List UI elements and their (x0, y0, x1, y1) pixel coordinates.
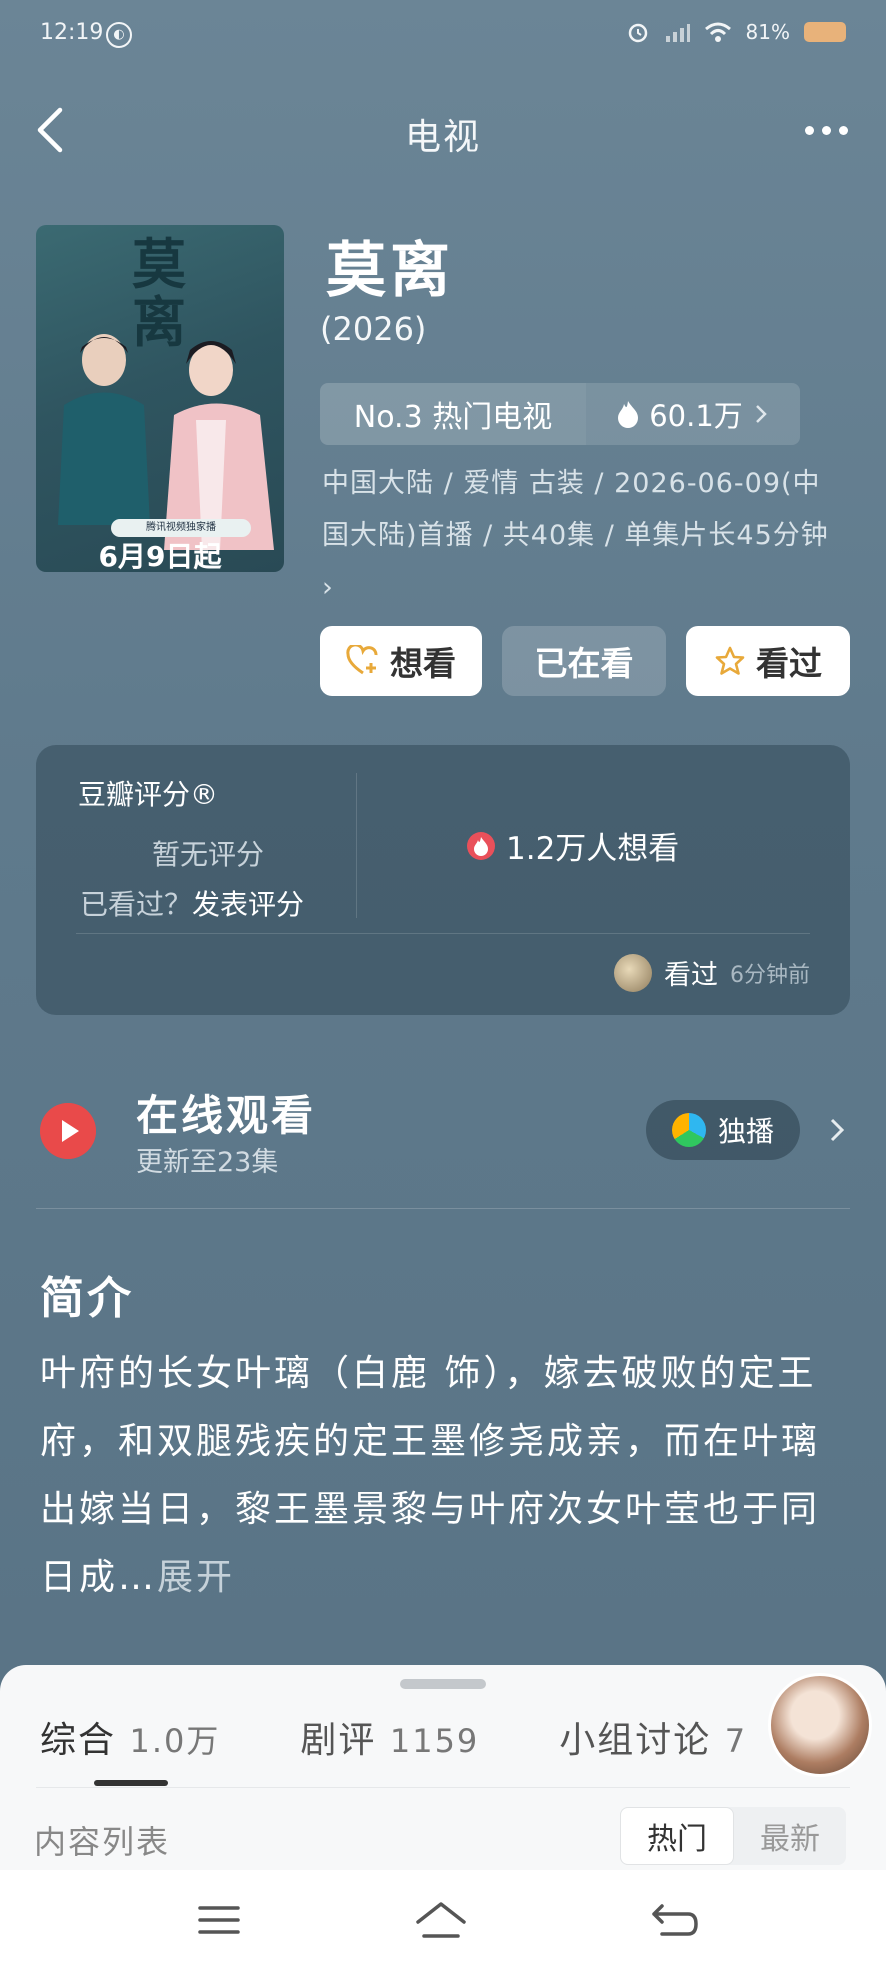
tab-group-count: 7 (724, 1722, 748, 1760)
menu-icon[interactable] (192, 1898, 246, 1942)
section-divider (36, 1208, 850, 1209)
system-nav-bar (0, 1870, 886, 1970)
sheet-divider (36, 1787, 850, 1788)
play-icon[interactable] (40, 1103, 96, 1159)
rating-card: 豆瓣评分® 暂无评分 已看过？发表评分 1.2万人想看 看过 6分钟前 (36, 745, 850, 1015)
signal-icon (665, 24, 690, 42)
floating-avatar[interactable] (768, 1673, 872, 1777)
notification-app-icon: ◐ (106, 22, 132, 48)
friend-time: 6分钟前 (730, 962, 810, 988)
ranking-bar[interactable]: No.3 热门电视 60.1万 (320, 383, 800, 445)
poster-image[interactable]: 莫离 腾讯视频独家播 6月9日起 (36, 225, 284, 572)
synopsis-heading: 简介 (40, 1273, 134, 1324)
more-options-icon[interactable] (796, 112, 856, 148)
wifi-icon (704, 22, 731, 42)
star-icon (715, 646, 745, 675)
alarm-icon (628, 23, 647, 43)
fire-badge-icon (467, 831, 495, 860)
battery-percent: 81% (745, 20, 790, 44)
exclusive-label: 独播 (717, 1115, 774, 1148)
synopsis-text: 叶府的长女叶璃（白鹿 饰），嫁去破败的定王府，和双腿残疾的定王墨修尧成亲，而在叶… (40, 1340, 846, 1612)
no-rating-text: 暂无评分 (152, 838, 265, 871)
want-count-text: 1.2万人想看 (506, 831, 680, 867)
want-to-watch-label: 想看 (390, 644, 456, 683)
seen-prompt-text: 已看过？ (80, 888, 193, 921)
tab-reviews-count: 1159 (389, 1722, 480, 1760)
chevron-right-icon[interactable] (826, 1112, 850, 1148)
content-tabs: 综合 1.0万 剧评 1159 小组讨论 7 (40, 1711, 747, 1763)
show-title: 莫离 (326, 236, 454, 306)
watched-label: 看过 (756, 644, 822, 683)
friend-avatar (614, 953, 652, 992)
expand-link[interactable]: 展开 (157, 1557, 235, 1598)
sort-hot-button[interactable]: 热门 (620, 1807, 734, 1865)
post-rating-link[interactable]: 发表评分 (192, 888, 304, 921)
home-icon[interactable] (414, 1898, 468, 1942)
chevron-right-icon (755, 405, 767, 423)
tab-overview[interactable]: 综合 1.0万 (40, 1711, 220, 1763)
poster-figure-woman (164, 341, 274, 550)
content-list-title: 内容列表 (34, 1823, 171, 1861)
watched-button[interactable]: 看过 (686, 626, 850, 696)
active-tab-indicator (94, 1780, 168, 1786)
episode-update: 更新至23集 (136, 1147, 279, 1178)
tab-reviews-label: 剧评 (300, 1720, 377, 1761)
heart-plus-icon (346, 645, 378, 675)
heat-link[interactable]: 60.1万 (586, 383, 800, 445)
page-title: 电视 (404, 117, 481, 158)
online-watch-title[interactable]: 在线观看 (136, 1082, 316, 1143)
douban-rating-label: 豆瓣评分® (78, 778, 219, 811)
status-bar: 12:19 ◐ 81% (0, 0, 886, 70)
want-to-watch-button[interactable]: 想看 (320, 626, 482, 696)
tab-overview-count: 1.0万 (129, 1722, 221, 1760)
friend-action: 看过 (664, 960, 718, 991)
tab-group-discussion[interactable]: 小组讨论 7 (559, 1711, 747, 1763)
status-indicators: 81% (626, 20, 846, 44)
heat-value: 60.1万 (649, 399, 743, 433)
poster-figure-man (58, 334, 150, 525)
tab-reviews[interactable]: 剧评 1159 (300, 1711, 479, 1763)
tab-group-label: 小组讨论 (559, 1720, 712, 1761)
rank-label[interactable]: No.3 热门电视 (320, 383, 586, 445)
sheet-drag-handle[interactable] (400, 1679, 486, 1689)
return-icon[interactable] (648, 1898, 702, 1942)
watching-label: 已在看 (534, 644, 634, 683)
show-year: (2026) (320, 310, 427, 348)
status-time: 12:19 (40, 20, 104, 45)
tab-overview-label: 综合 (40, 1720, 117, 1761)
platform-button[interactable]: 独播 (646, 1100, 800, 1160)
watching-button[interactable]: 已在看 (502, 626, 666, 696)
poster-date: 6月9日起 (98, 540, 222, 572)
rating-divider-horizontal (76, 933, 810, 934)
sort-toggle: 热门 最新 (620, 1807, 846, 1865)
friend-activity[interactable]: 看过 6分钟前 (614, 953, 810, 992)
sort-new-button[interactable]: 最新 (734, 1807, 846, 1865)
tencent-video-icon (671, 1113, 706, 1147)
want-count: 1.2万人想看 (466, 823, 679, 868)
flame-icon (618, 401, 639, 428)
battery-icon (804, 22, 846, 42)
show-metadata[interactable]: 中国大陆 / 爱情 古装 / 2026-06-09(中国大陆)首播 / 共40集… (322, 458, 832, 614)
rating-divider (356, 773, 357, 918)
seen-prompt: 已看过？发表评分 (80, 883, 304, 923)
